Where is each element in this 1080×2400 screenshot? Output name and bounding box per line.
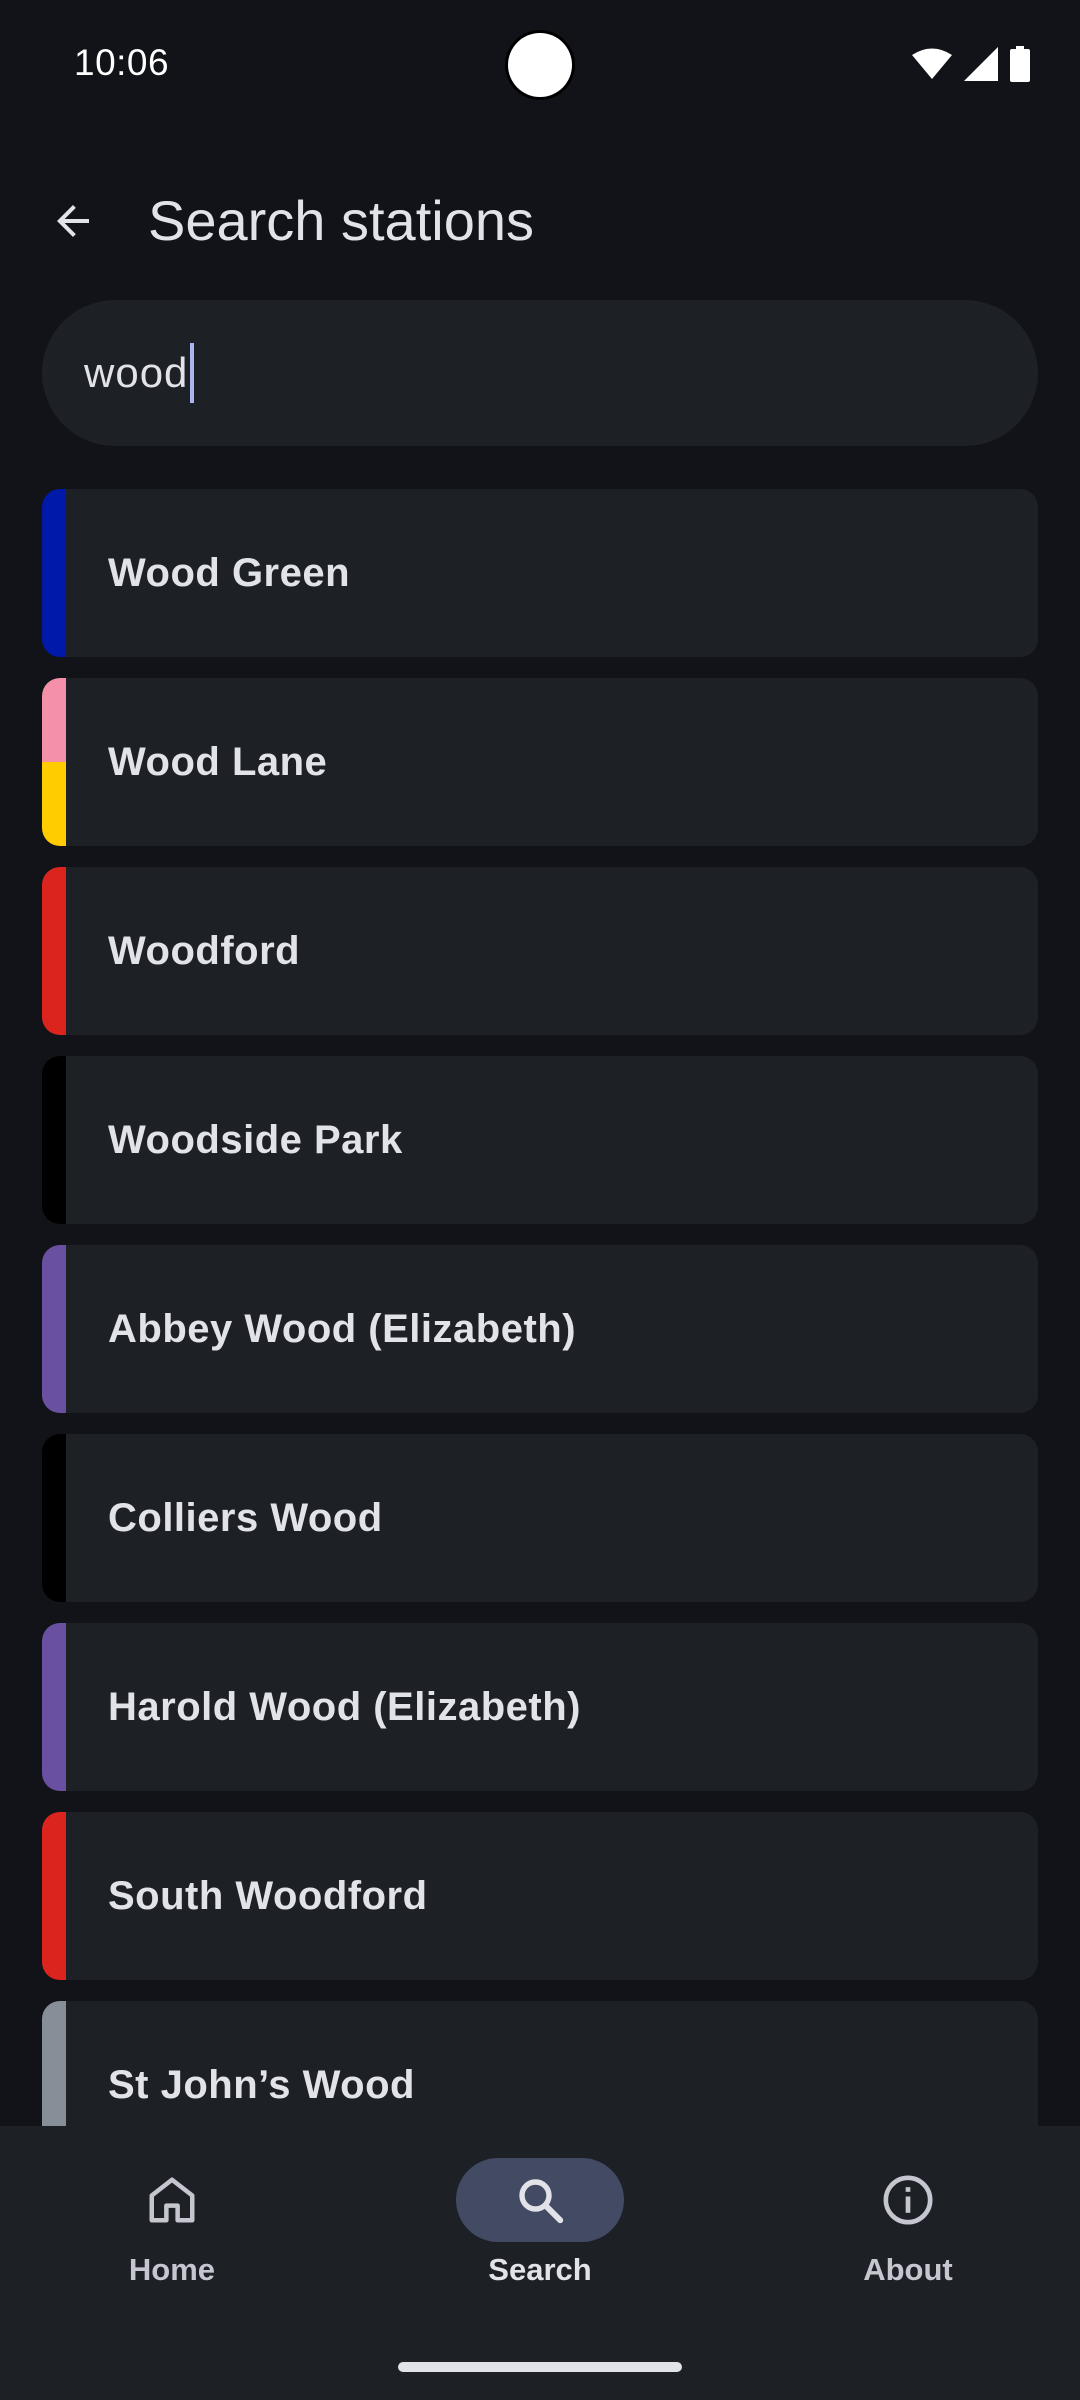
nav-icon-container-about: [824, 2158, 992, 2242]
results-list: Wood Green Wood Lane Woodford Woodside Park…: [42, 489, 1038, 2190]
home-icon: [149, 2177, 195, 2223]
station-result-item[interactable]: Abbey Wood (Elizabeth): [42, 1245, 1038, 1413]
line-color-indicator: [42, 1623, 66, 1791]
station-name: Wood Green: [108, 551, 351, 595]
station-name: Woodford: [108, 929, 301, 973]
line-color-segment: [42, 1812, 66, 1980]
line-color-indicator: [42, 489, 66, 657]
line-color-indicator: [42, 1056, 66, 1224]
nav-item-search[interactable]: Search: [420, 2158, 660, 2318]
station-name: Abbey Wood (Elizabeth): [108, 1307, 577, 1351]
line-color-segment: [42, 1245, 66, 1413]
line-color-segment: [42, 1056, 66, 1224]
nav-label-search: Search: [488, 2252, 592, 2287]
station-result-item[interactable]: Woodside Park: [42, 1056, 1038, 1224]
station-name: South Woodford: [108, 1874, 428, 1918]
search-input[interactable]: wood: [42, 300, 1038, 446]
line-color-segment: [42, 867, 66, 1035]
front-camera: [508, 33, 572, 97]
wifi-icon: [912, 48, 952, 79]
page-title: Search stations: [148, 189, 534, 252]
info-icon: [883, 2175, 933, 2225]
line-color-segment: [42, 1623, 66, 1791]
search-stations-screen: 10:06 Search stations wood Wood Green Wo…: [0, 0, 1080, 2400]
line-color-segment: [42, 762, 66, 846]
text-caret: [190, 343, 195, 403]
station-result-item[interactable]: Colliers Wood: [42, 1434, 1038, 1602]
signal-icon: [964, 47, 998, 81]
home-indicator[interactable]: [398, 2362, 682, 2372]
status-icons: [912, 46, 1030, 82]
back-button[interactable]: [42, 190, 104, 252]
line-color-indicator: [42, 1245, 66, 1413]
station-result-item[interactable]: Wood Lane: [42, 678, 1038, 846]
line-color-indicator: [42, 1434, 66, 1602]
bottom-navigation: Home Search About: [0, 2126, 1080, 2400]
battery-icon: [1010, 46, 1030, 82]
nav-icon-container-home: [88, 2158, 256, 2242]
line-color-segment: [42, 1434, 66, 1602]
line-color-segment: [42, 489, 66, 657]
nav-label-about: About: [863, 2252, 953, 2287]
line-color-segment: [42, 678, 66, 762]
station-result-item[interactable]: South Woodford: [42, 1812, 1038, 1980]
status-bar: 10:06: [0, 0, 1080, 130]
nav-icon-container-search: [456, 2158, 624, 2242]
line-color-indicator: [42, 678, 66, 846]
station-name: Harold Wood (Elizabeth): [108, 1685, 581, 1729]
search-icon: [519, 2179, 564, 2224]
station-result-item[interactable]: Wood Green: [42, 489, 1038, 657]
station-name: Wood Lane: [108, 740, 328, 784]
station-name: Woodside Park: [108, 1118, 403, 1162]
top-app-bar: Search stations: [0, 170, 1080, 270]
arrow-back-icon: [57, 205, 89, 237]
nav-item-about[interactable]: About: [788, 2158, 1028, 2318]
line-color-indicator: [42, 867, 66, 1035]
station-name: Colliers Wood: [108, 1496, 383, 1540]
line-color-indicator: [42, 1812, 66, 1980]
status-time: 10:06: [74, 42, 170, 83]
station-result-item[interactable]: Woodford: [42, 867, 1038, 1035]
nav-label-home: Home: [128, 2252, 216, 2287]
nav-item-home[interactable]: Home: [52, 2158, 292, 2318]
station-result-item[interactable]: Harold Wood (Elizabeth): [42, 1623, 1038, 1791]
search-input-value: wood: [84, 349, 189, 396]
